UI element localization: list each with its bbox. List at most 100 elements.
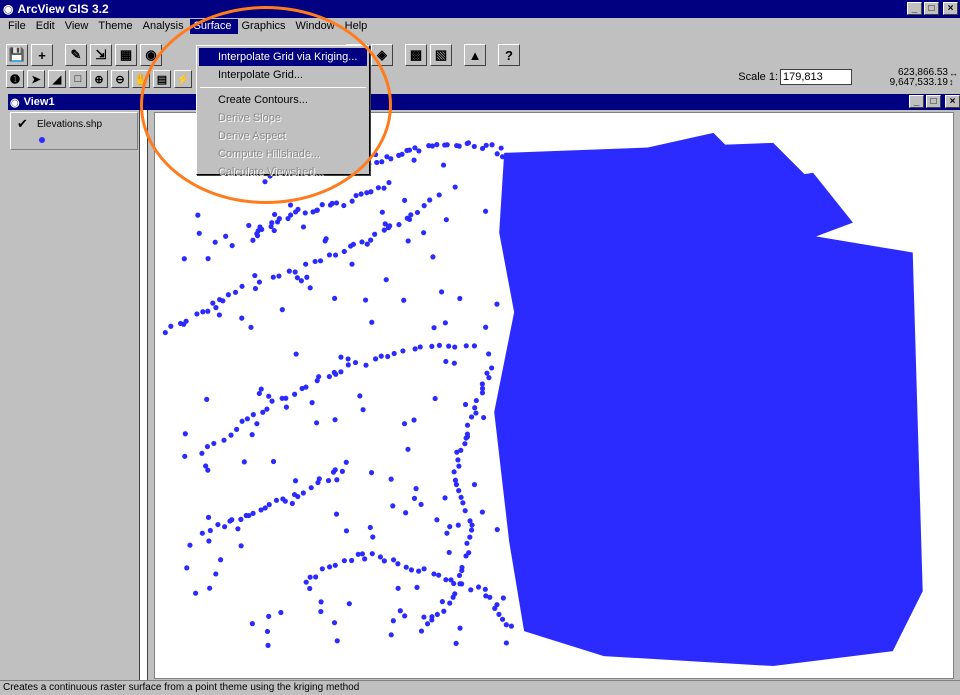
elevation-point bbox=[206, 538, 212, 544]
elevation-point bbox=[162, 329, 168, 336]
elevation-point bbox=[314, 207, 320, 213]
elevation-point bbox=[215, 522, 221, 528]
elevation-point bbox=[466, 550, 472, 556]
elevation-point bbox=[483, 324, 489, 330]
menu-view[interactable]: View bbox=[61, 19, 95, 34]
north-arrow-icon[interactable]: ▲ bbox=[464, 44, 486, 66]
elevation-point bbox=[455, 522, 461, 528]
annotation-circle bbox=[140, 6, 392, 204]
elevation-point bbox=[238, 543, 244, 549]
menu-file[interactable]: File bbox=[4, 19, 32, 34]
elevation-point bbox=[303, 384, 309, 390]
elevation-point bbox=[322, 238, 328, 244]
elevation-point bbox=[278, 609, 284, 616]
elevation-point bbox=[252, 273, 258, 279]
menu-edit[interactable]: Edit bbox=[32, 19, 61, 34]
view-maximize-button[interactable]: □ bbox=[926, 95, 941, 108]
elevation-point bbox=[431, 325, 437, 331]
layer-entry-elevations[interactable]: ✔ Elevations.shp bbox=[10, 112, 138, 150]
select-feature-icon[interactable]: □ bbox=[69, 70, 87, 88]
elevation-point bbox=[418, 501, 424, 508]
table-of-contents: ✔ Elevations.shp bbox=[8, 110, 148, 680]
elevation-point bbox=[181, 321, 187, 327]
toc-scrollbar[interactable] bbox=[139, 110, 147, 680]
elevation-point bbox=[504, 152, 510, 159]
elevation-point bbox=[216, 312, 222, 318]
theme-properties-icon[interactable]: ✎ bbox=[65, 44, 87, 66]
elevation-point bbox=[416, 568, 422, 574]
elevation-point bbox=[349, 261, 355, 267]
elevation-point bbox=[235, 526, 241, 532]
elevation-point bbox=[401, 297, 407, 303]
layer-name: Elevations.shp bbox=[37, 119, 103, 130]
elevation-point bbox=[205, 308, 211, 314]
close-button[interactable]: × bbox=[943, 2, 958, 15]
zoom-out-icon[interactable]: ⊖ bbox=[111, 70, 129, 88]
elevation-point bbox=[417, 344, 423, 350]
elevation-point bbox=[482, 208, 489, 214]
maximize-button[interactable]: □ bbox=[924, 2, 939, 15]
layer-visibility-checkbox[interactable]: ✔ bbox=[17, 116, 28, 132]
elevation-point bbox=[456, 572, 463, 578]
minimize-button[interactable]: _ bbox=[907, 2, 922, 15]
elevation-point bbox=[360, 407, 366, 413]
elevation-point bbox=[402, 197, 408, 203]
elevation-point bbox=[475, 584, 482, 590]
elevation-point bbox=[269, 398, 275, 404]
elevation-point bbox=[334, 477, 340, 483]
elevation-point bbox=[372, 231, 378, 237]
elevation-point bbox=[418, 628, 425, 634]
elevation-point bbox=[193, 590, 199, 596]
elevation-point bbox=[313, 420, 320, 426]
elevation-point bbox=[338, 354, 344, 360]
view-close-button[interactable]: × bbox=[945, 95, 960, 108]
elevation-point bbox=[246, 222, 252, 229]
table-icon[interactable]: ▦ bbox=[115, 44, 137, 66]
identify-icon[interactable]: ➊ bbox=[6, 70, 24, 88]
elevation-point bbox=[379, 209, 385, 215]
elevation-point bbox=[250, 412, 256, 418]
elevation-point bbox=[239, 315, 245, 321]
elevation-point bbox=[349, 557, 355, 564]
button-bar: 💾 + ✎ ⇲ ▦ ◉ ▣ ◈ ▩ ▧ ▲ ? bbox=[0, 42, 960, 68]
legend-editor-icon[interactable]: ⇲ bbox=[90, 44, 112, 66]
app-title-bar: ◉ ArcView GIS 3.2 _ □ × bbox=[0, 0, 960, 18]
elevation-point bbox=[334, 638, 340, 644]
menu-bar: File Edit View Theme Analysis Surface Gr… bbox=[0, 18, 960, 35]
elevation-point bbox=[429, 343, 435, 349]
elevation-point bbox=[459, 581, 465, 587]
elevation-point bbox=[427, 197, 433, 203]
zoom-in-icon[interactable]: ⊕ bbox=[90, 70, 108, 88]
elevation-point bbox=[438, 289, 445, 295]
elevation-point bbox=[309, 400, 315, 406]
elevation-point bbox=[295, 206, 301, 212]
scale-input[interactable]: 179,813 bbox=[780, 69, 852, 85]
elevation-point bbox=[396, 222, 402, 228]
elevation-point bbox=[283, 395, 289, 401]
app-title: ArcView GIS 3.2 bbox=[17, 2, 109, 16]
chart-icon[interactable]: ▧ bbox=[430, 44, 452, 66]
elevation-point bbox=[273, 497, 280, 503]
elevation-point bbox=[331, 369, 337, 376]
elevation-point bbox=[364, 241, 370, 247]
elevation-point bbox=[223, 233, 229, 239]
add-theme-icon[interactable]: + bbox=[31, 44, 53, 66]
elevation-point bbox=[447, 600, 453, 606]
help-pointer-icon[interactable]: ? bbox=[498, 44, 520, 66]
save-icon[interactable]: 💾 bbox=[6, 44, 28, 66]
elevation-point bbox=[406, 147, 413, 153]
pointer-icon[interactable]: ➤ bbox=[27, 70, 45, 88]
vertex-edit-icon[interactable]: ◢ bbox=[48, 70, 66, 88]
elevation-point bbox=[199, 530, 205, 536]
elevation-point bbox=[502, 191, 508, 197]
elevation-point bbox=[452, 184, 458, 190]
elevation-point bbox=[430, 254, 436, 260]
view-minimize-button[interactable]: _ bbox=[909, 95, 924, 108]
menu-theme[interactable]: Theme bbox=[94, 19, 138, 34]
elevation-point bbox=[293, 351, 299, 357]
elevation-point bbox=[369, 319, 375, 325]
dense-point-cluster bbox=[494, 132, 923, 667]
layout-icon[interactable]: ▩ bbox=[405, 44, 427, 66]
elevation-point bbox=[391, 350, 397, 357]
elevation-point bbox=[363, 362, 369, 368]
